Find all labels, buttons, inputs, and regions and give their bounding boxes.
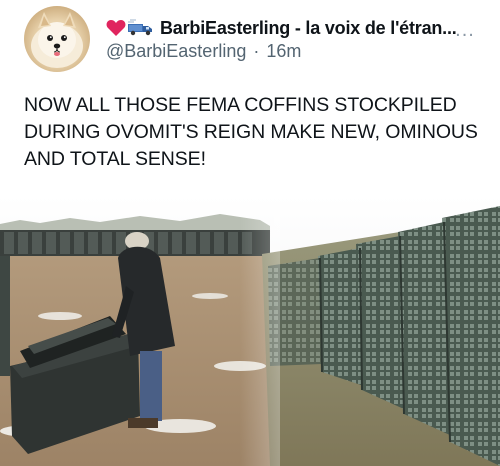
dog-avatar-image	[31, 12, 83, 68]
more-options-button[interactable]: ...	[450, 18, 480, 42]
author-handle[interactable]: @BarbiEasterling	[106, 41, 246, 61]
tweet-header: BarbiEasterling - la voix de l'étran... …	[0, 0, 500, 80]
more-icon: ...	[455, 18, 475, 41]
author-meta-line: @BarbiEasterling · 16m	[106, 41, 301, 62]
heart-icon	[106, 20, 126, 36]
tweet-timestamp[interactable]: 16m	[266, 41, 301, 61]
tweet-text: NOW ALL THOSE FEMA COFFINS STOCKPILED DU…	[24, 94, 478, 170]
truck-icon	[128, 19, 152, 36]
tweet-media-image[interactable]	[0, 196, 500, 466]
meta-separator: ·	[253, 41, 260, 61]
author-name-line[interactable]: BarbiEasterling - la voix de l'étran...	[106, 16, 457, 40]
coffins-photo	[0, 196, 500, 466]
avatar[interactable]	[24, 6, 90, 72]
author-display-name[interactable]: BarbiEasterling - la voix de l'étran...	[160, 18, 457, 39]
